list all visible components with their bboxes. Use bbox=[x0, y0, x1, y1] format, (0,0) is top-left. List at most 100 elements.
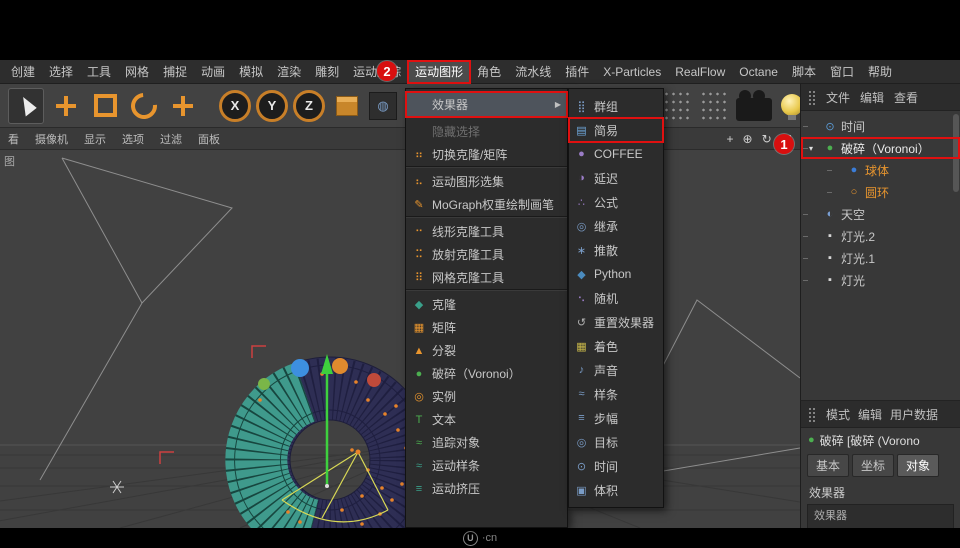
menu-option[interactable]: ⠒ 线形克隆工具 ▶ bbox=[406, 220, 567, 243]
attribute-tab[interactable]: 基本 bbox=[807, 454, 849, 477]
viewport-nav-icon[interactable]: ↻ bbox=[762, 133, 772, 145]
object-row[interactable]: ▾ ◐ 天空 bbox=[801, 203, 960, 225]
panel-menu-item[interactable]: 用户数据 bbox=[890, 406, 938, 423]
menu-option[interactable]: ⠭ 放射克隆工具 ▶ bbox=[406, 243, 567, 266]
object-row[interactable]: ▾ ▪ 灯光.1 bbox=[801, 247, 960, 269]
menu-option[interactable]: ● 破碎（Voronoi） ▶ bbox=[406, 362, 567, 385]
viewport-menu-items: 看摄像机显示选项过滤面板 bbox=[0, 131, 228, 147]
viewport-menu-item[interactable]: 看 bbox=[0, 131, 27, 147]
menu-option[interactable]: ≈ 追踪对象 ▶ bbox=[406, 431, 567, 454]
menu-option-label: 追踪对象 bbox=[432, 434, 480, 451]
submenu-option[interactable]: ⠢ 随机 bbox=[569, 286, 663, 310]
menu-option[interactable]: ≈ 运动样条 ▶ bbox=[406, 454, 567, 477]
panel-menu-item[interactable]: 模式 bbox=[826, 406, 850, 423]
submenu-option-label: 延迟 bbox=[594, 170, 618, 187]
viewport-menu-item[interactable]: 选项 bbox=[114, 131, 152, 147]
submenu-option[interactable]: ∴ 公式 bbox=[569, 190, 663, 214]
axis-lock-button[interactable]: X bbox=[219, 90, 251, 122]
axis-lock-button[interactable]: Z bbox=[293, 90, 325, 122]
menu-item[interactable]: 脚本 bbox=[785, 61, 823, 83]
menu-item[interactable]: 角色 bbox=[470, 61, 508, 83]
menu-option[interactable]: ▦ 矩阵 ▶ bbox=[406, 316, 567, 339]
object-row[interactable]: ▾ ▪ 灯光 bbox=[801, 269, 960, 291]
submenu-option[interactable]: ◑ 延迟 bbox=[569, 166, 663, 190]
menu-item[interactable]: 创建 bbox=[4, 61, 42, 83]
panel-menu-item[interactable]: 文件 bbox=[826, 89, 850, 106]
viewport-nav-icon[interactable]: + bbox=[727, 133, 734, 145]
submenu-option[interactable]: ⣿ 群组 bbox=[569, 94, 663, 118]
panel-grip-icon[interactable] bbox=[808, 407, 817, 422]
axis-lock-button[interactable]: Y bbox=[256, 90, 288, 122]
move-tool-button[interactable] bbox=[49, 89, 83, 123]
array-tools-icon[interactable] bbox=[662, 88, 690, 122]
submenu-option[interactable]: ♪ 声音 bbox=[569, 358, 663, 382]
submenu-option[interactable]: ● COFFEE bbox=[569, 142, 663, 166]
menu-item[interactable]: X-Particles bbox=[596, 61, 668, 83]
panel-menu-item[interactable]: 编辑 bbox=[858, 406, 882, 423]
menu-item[interactable]: 动画 bbox=[194, 61, 232, 83]
select-tool-button[interactable] bbox=[8, 88, 44, 124]
scale-tool-button[interactable] bbox=[88, 89, 122, 123]
menu-item[interactable]: 运动图形 bbox=[408, 61, 470, 83]
menu-item[interactable]: 插件 bbox=[558, 61, 596, 83]
viewport-menu-item[interactable]: 面板 bbox=[190, 131, 228, 147]
viewport-nav-icon[interactable]: ⊕ bbox=[743, 133, 753, 145]
submenu-option[interactable]: ◆ Python bbox=[569, 262, 663, 286]
menu-item[interactable]: 捕捉 bbox=[156, 61, 194, 83]
menu-item[interactable]: 网格 bbox=[118, 61, 156, 83]
menu-option[interactable]: ⠿ 网格克隆工具 ▶ bbox=[406, 266, 567, 290]
submenu-option[interactable]: ▦ 着色 bbox=[569, 334, 663, 358]
submenu-option[interactable]: ◎ 继承 bbox=[569, 214, 663, 238]
last-used-tool-button[interactable] bbox=[166, 89, 200, 123]
object-row[interactable]: ▾ ⊙ 时间 bbox=[801, 115, 960, 137]
menu-option[interactable]: ⠦ 运动图形选集 ▶ bbox=[406, 170, 567, 193]
menu-item[interactable]: 流水线 bbox=[508, 61, 558, 83]
menu-option[interactable]: ◆ 克隆 ▶ bbox=[406, 293, 567, 316]
menu-option[interactable]: ▲ 分裂 ▶ bbox=[406, 339, 567, 362]
object-row[interactable]: ▾ ● 球体 bbox=[801, 159, 960, 181]
panel-grip-icon[interactable] bbox=[808, 90, 817, 105]
menu-item[interactable]: 模拟 bbox=[232, 61, 270, 83]
coordinate-system-button[interactable] bbox=[330, 89, 364, 123]
submenu-option[interactable]: ≈ 样条 bbox=[569, 382, 663, 406]
menu-option[interactable]: 效果器 ▶ bbox=[406, 92, 567, 117]
rotate-tool-button[interactable] bbox=[127, 89, 161, 123]
submenu-option[interactable]: ∗ 推散 bbox=[569, 238, 663, 262]
submenu-option[interactable]: ⊙ 时间 bbox=[569, 454, 663, 478]
submenu-option[interactable]: ▣ 体积 bbox=[569, 478, 663, 502]
viewport-3d[interactable]: 图 bbox=[0, 150, 800, 528]
object-row[interactable]: ▾ ▪ 灯光.2 bbox=[801, 225, 960, 247]
panel-menu-item[interactable]: 编辑 bbox=[860, 89, 884, 106]
camera-icon[interactable] bbox=[736, 98, 772, 121]
menu-option[interactable]: ⠶ 切换克隆/矩阵 ▶ bbox=[406, 143, 567, 167]
snap-grid-icon[interactable] bbox=[699, 88, 727, 122]
menu-item[interactable]: RealFlow bbox=[668, 61, 732, 83]
viewport-menu-item[interactable]: 过滤 bbox=[152, 131, 190, 147]
menu-item[interactable]: 工具 bbox=[80, 61, 118, 83]
menu-item[interactable]: 窗口 bbox=[823, 61, 861, 83]
menu-item[interactable]: 渲染 bbox=[270, 61, 308, 83]
attribute-tab[interactable]: 坐标 bbox=[852, 454, 894, 477]
expand-caret-icon[interactable]: ▾ bbox=[809, 144, 819, 153]
menu-item[interactable]: 帮助 bbox=[861, 61, 899, 83]
render-view-button[interactable]: ◍ bbox=[369, 92, 397, 120]
menu-item[interactable]: 雕刻 bbox=[308, 61, 346, 83]
menu-item[interactable]: 选择 bbox=[42, 61, 80, 83]
menu-option[interactable]: 隐藏选择 ▶ bbox=[406, 120, 567, 143]
attribute-tab[interactable]: 对象 bbox=[897, 454, 939, 477]
submenu-option[interactable]: ◎ 目标 bbox=[569, 430, 663, 454]
submenu-option[interactable]: ↺ 重置效果器 bbox=[569, 310, 663, 334]
menu-option[interactable]: ✎ MoGraph权重绘制画笔 ▶ bbox=[406, 193, 567, 217]
submenu-option[interactable]: ▤ 简易 bbox=[569, 118, 663, 142]
menu-item[interactable]: Octane bbox=[732, 61, 785, 83]
object-row[interactable]: ▾ ● 破碎（Voronoi） bbox=[801, 137, 960, 159]
viewport-menu-item[interactable]: 显示 bbox=[76, 131, 114, 147]
object-row[interactable]: ▾ ○ 圆环 bbox=[801, 181, 960, 203]
menu-option-label: 网格克隆工具 bbox=[432, 269, 504, 286]
submenu-option[interactable]: ≡ 步幅 bbox=[569, 406, 663, 430]
menu-option[interactable]: ◎ 实例 ▶ bbox=[406, 385, 567, 408]
viewport-menu-item[interactable]: 摄像机 bbox=[27, 131, 76, 147]
menu-option[interactable]: ≡ 运动挤压 ▶ bbox=[406, 477, 567, 500]
menu-option[interactable]: T 文本 ▶ bbox=[406, 408, 567, 431]
panel-menu-item[interactable]: 查看 bbox=[894, 89, 918, 106]
